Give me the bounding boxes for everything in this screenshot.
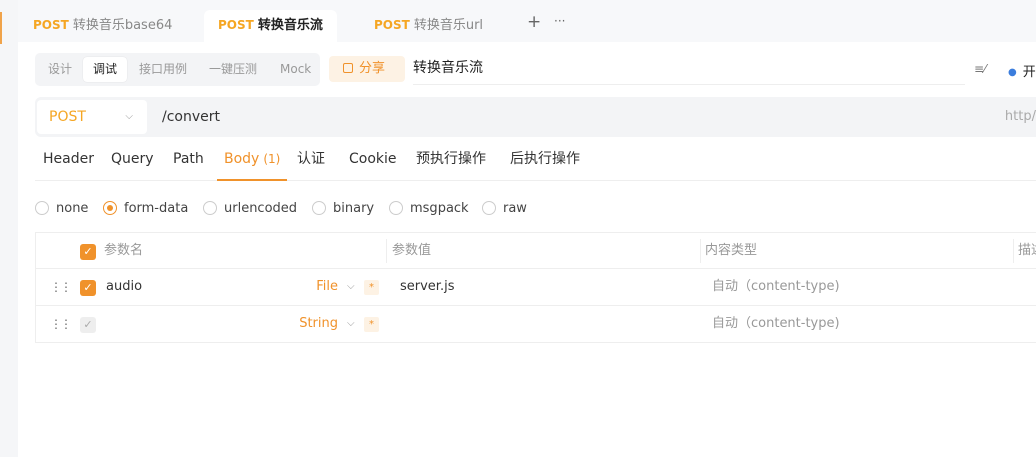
tab-query[interactable]: Query xyxy=(111,141,154,181)
mode-design[interactable]: 设计 xyxy=(38,57,82,82)
request-tabs: Header Query Path Body (1) 认证 Cookie 预执行操… xyxy=(35,141,1036,181)
radio-label: raw xyxy=(503,201,527,216)
tab-method: POST xyxy=(218,18,254,32)
tab-pre-actions[interactable]: 预执行操作 xyxy=(416,141,486,181)
more-tabs-icon[interactable]: ··· xyxy=(554,14,565,28)
required-icon[interactable]: * xyxy=(364,280,379,295)
radio-binary[interactable]: binary xyxy=(312,198,374,220)
base-url: http/ xyxy=(1004,109,1036,124)
share-button[interactable]: 分享 xyxy=(329,56,405,82)
radio-label: none xyxy=(56,201,89,216)
url-bar: POST ⌵ /convert http/ xyxy=(35,97,1036,137)
radio-label: form-data xyxy=(124,201,189,216)
param-name-input[interactable]: audio xyxy=(106,269,142,305)
drag-handle-icon[interactable]: ⋮⋮ xyxy=(50,306,72,342)
chevron-down-icon[interactable]: ⌵ xyxy=(347,306,355,342)
column-divider xyxy=(386,239,387,263)
share-icon xyxy=(343,63,353,73)
method-select[interactable]: POST ⌵ xyxy=(37,100,147,134)
open-link[interactable]: ● 开 xyxy=(1008,61,1036,80)
required-icon[interactable]: * xyxy=(364,317,379,332)
row-checkbox[interactable]: ✓ xyxy=(80,280,96,296)
mode-test-cases[interactable]: 接口用例 xyxy=(129,57,197,82)
api-name-input[interactable]: 转换音乐流 xyxy=(413,52,965,85)
tab-header[interactable]: Header xyxy=(43,141,94,181)
table-row: ⋮⋮ ✓ String ⌵ * 自动（content-type) xyxy=(36,306,1036,343)
chevron-down-icon[interactable]: ⌵ xyxy=(347,269,355,305)
mode-debug[interactable]: 调试 xyxy=(83,57,128,82)
tab-bar: POST 转换音乐base64 POST 转换音乐流 POST 转换音乐url + ·… xyxy=(18,0,1036,42)
chevron-down-icon: ⌵ xyxy=(125,111,133,122)
radio-raw[interactable]: raw xyxy=(482,198,527,220)
drag-handle-icon[interactable]: ⋮⋮ xyxy=(50,269,72,305)
radio-circle xyxy=(203,201,217,215)
column-divider xyxy=(1013,239,1014,263)
param-type-select[interactable]: String xyxy=(291,306,338,342)
method-value: POST xyxy=(49,109,86,125)
tab-label: 转换音乐流 xyxy=(257,18,323,33)
header-value: 参数值 xyxy=(392,243,432,258)
share-label: 分享 xyxy=(359,61,386,76)
table-header: ✓ 参数名 参数值 内容类型 描述 xyxy=(36,233,1036,269)
radio-label: urlencoded xyxy=(224,201,298,216)
row-checkbox[interactable]: ✓ xyxy=(80,317,96,333)
radio-label: msgpack xyxy=(410,201,469,216)
param-type-select[interactable]: File xyxy=(306,269,338,305)
edit-icon[interactable]: ≡⁄ xyxy=(974,62,986,76)
content-type-input[interactable]: 自动（content-type) xyxy=(712,306,840,342)
left-rail xyxy=(0,0,18,457)
tab-method: POST xyxy=(374,18,410,32)
header-content-type: 内容类型 xyxy=(705,243,758,258)
body-type-radios: none form-data urlencoded binary msgpack… xyxy=(35,198,1035,220)
radio-circle xyxy=(389,201,403,215)
tab-auth[interactable]: 认证 xyxy=(297,141,325,181)
tab-label: 转换音乐url xyxy=(413,18,484,33)
mode-mock[interactable]: Mock xyxy=(270,57,321,82)
active-marker xyxy=(0,12,2,44)
tab-cookie[interactable]: Cookie xyxy=(349,141,397,181)
radio-circle xyxy=(482,201,496,215)
radio-circle xyxy=(103,201,117,215)
radio-msgpack[interactable]: msgpack xyxy=(389,198,469,220)
radio-circle xyxy=(312,201,326,215)
radio-circle xyxy=(35,201,49,215)
table-row: ⋮⋮ ✓ audio File ⌵ * server.js 自动（content… xyxy=(36,269,1036,306)
open-label: 开 xyxy=(1022,65,1036,80)
tab-method: POST xyxy=(33,18,69,32)
header-name: 参数名 xyxy=(104,243,144,258)
status-dot-icon: ● xyxy=(1008,67,1017,78)
column-divider xyxy=(700,239,701,263)
radio-label: binary xyxy=(333,201,375,216)
tab-label: 转换音乐base64 xyxy=(72,18,173,33)
body-tab-label: Body xyxy=(224,151,260,167)
radio-form-data[interactable]: form-data xyxy=(103,198,188,220)
radio-urlencoded[interactable]: urlencoded xyxy=(203,198,297,220)
tab-convert-base64[interactable]: POST 转换音乐base64 xyxy=(33,10,172,42)
content-type-input[interactable]: 自动（content-type) xyxy=(712,269,840,305)
path-input[interactable]: /convert xyxy=(162,97,220,137)
radio-none[interactable]: none xyxy=(35,198,88,220)
tab-body[interactable]: Body (1) xyxy=(217,141,288,181)
add-tab-icon[interactable]: + xyxy=(527,12,541,32)
tab-post-actions[interactable]: 后执行操作 xyxy=(510,141,580,181)
tab-convert-url[interactable]: POST 转换音乐url xyxy=(374,10,483,42)
select-all-checkbox[interactable]: ✓ xyxy=(80,244,96,260)
mode-load-test[interactable]: 一键压测 xyxy=(199,57,267,82)
param-value-input[interactable]: server.js xyxy=(400,269,454,305)
mode-switcher: 设计 调试 接口用例 一键压测 Mock xyxy=(35,53,320,86)
tab-convert-stream[interactable]: POST 转换音乐流 xyxy=(204,10,337,42)
tab-path[interactable]: Path xyxy=(173,141,204,181)
params-table: ✓ 参数名 参数值 内容类型 描述 ⋮⋮ ✓ audio File ⌵ * se… xyxy=(35,232,1036,343)
header-description: 描述 xyxy=(1018,243,1036,258)
body-count-badge: (1) xyxy=(263,152,281,166)
